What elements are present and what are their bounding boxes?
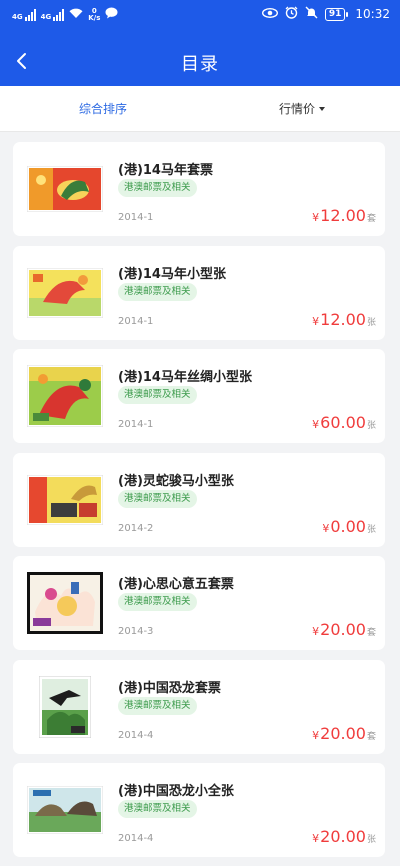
stamp-thumbnail (25, 675, 105, 738)
item-title: (港)心思心意五套票 (118, 577, 234, 592)
stamp-thumbnail (25, 469, 105, 531)
category-tag: 港澳邮票及相关 (118, 386, 197, 404)
list-item[interactable]: (港)14马年丝绸小型张 港澳邮票及相关 2014-1 ¥ 60.00 张 (13, 349, 385, 443)
currency-symbol: ¥ (322, 521, 330, 535)
issue-date: 2014-4 (118, 729, 154, 741)
battery-icon: 91 (324, 7, 349, 21)
price-value: 0.00 (330, 516, 366, 536)
issue-date: 2014-1 (118, 212, 154, 223)
price: ¥ 20.00 张 (312, 827, 376, 846)
price: ¥ 0.00 张 (322, 517, 376, 536)
item-title: (港)中国恐龙套票 (118, 680, 221, 696)
net-speed: 0 K/s (88, 6, 101, 22)
signal-icon: 4G (41, 8, 65, 21)
price-unit: 套 (366, 214, 376, 224)
currency-symbol: ¥ (312, 832, 320, 845)
wifi-icon (69, 8, 83, 22)
price-unit: 张 (366, 524, 376, 535)
price-value: 12.00 (320, 206, 366, 225)
clock-time: 10:32 (355, 7, 390, 21)
nav-bar: 目录 (0, 38, 400, 86)
item-title: (港)14马年小型张 (118, 266, 226, 282)
price-value: 60.00 (320, 413, 366, 432)
currency-symbol: ¥ (312, 418, 320, 431)
list-item[interactable]: (港)中国恐龙套票 港澳邮票及相关 2014-4 ¥ 20.00 套 (13, 659, 385, 754)
price-value: 12.00 (320, 309, 366, 329)
price-unit: 张 (366, 835, 376, 845)
price-unit: 张 (366, 421, 376, 431)
currency-symbol: ¥ (312, 625, 320, 638)
stamp-thumbnail (25, 572, 105, 634)
category-tag: 港澳邮票及相关 (118, 800, 197, 818)
price: ¥ 12.00 套 (312, 206, 376, 225)
currency-symbol: ¥ (312, 728, 320, 742)
price-unit: 张 (366, 317, 376, 328)
list-item[interactable]: (港)心思心意五套票 港澳邮票及相关 2014-3 ¥ 20.00 套 (13, 556, 385, 650)
stamp-thumbnail (25, 158, 105, 220)
issue-date: 2014-3 (118, 626, 154, 637)
page-title: 目录 (181, 54, 219, 75)
message-icon (105, 7, 118, 22)
price: ¥ 12.00 张 (312, 310, 376, 329)
sort-market-price-label: 行情价 (279, 102, 316, 116)
list-item[interactable]: (港)灵蛇骏马小型张 港澳邮票及相关 2014-2 ¥ 0.00 张 (13, 452, 385, 547)
item-title: (港)14马年丝绸小型张 (118, 370, 252, 385)
stamp-thumbnail (25, 262, 105, 324)
eye-icon (261, 7, 278, 21)
issue-date: 2014-2 (118, 522, 154, 534)
list-item[interactable]: (港)14马年套票 港澳邮票及相关 2014-1 ¥ 12.00 套 (13, 142, 385, 236)
price: ¥ 20.00 套 (312, 724, 376, 743)
price-value: 20.00 (320, 827, 366, 846)
app-header: 4G 4G 0 K/s 91 10:32 目录 (0, 0, 400, 86)
stamp-thumbnail (25, 365, 105, 427)
mute-icon (305, 6, 318, 22)
issue-date: 2014-4 (118, 833, 154, 844)
item-title: (港)中国恐龙小全张 (118, 784, 234, 799)
category-tag: 港澳邮票及相关 (118, 282, 197, 301)
price: ¥ 20.00 套 (312, 620, 376, 639)
list-item[interactable]: (港)中国恐龙小全张 港澳邮票及相关 2014-4 ¥ 20.00 张 (13, 763, 385, 857)
sort-comprehensive-tab[interactable]: 综合排序 (79, 100, 127, 117)
signal-icon: 4G (12, 8, 36, 21)
price-unit: 套 (366, 628, 376, 638)
sort-market-price-dropdown[interactable]: 行情价 (279, 100, 326, 117)
alarm-icon (285, 6, 298, 22)
category-tag: 港澳邮票及相关 (118, 179, 197, 197)
stamp-list: (港)14马年套票 港澳邮票及相关 2014-1 ¥ 12.00 套 (港)14… (13, 142, 387, 866)
price-unit: 套 (366, 731, 376, 742)
caret-down-icon (319, 106, 326, 111)
issue-date: 2014-1 (118, 315, 154, 327)
item-title: (港)灵蛇骏马小型张 (118, 473, 234, 489)
category-tag: 港澳邮票及相关 (118, 489, 197, 508)
price-value: 20.00 (320, 620, 366, 639)
list-item[interactable]: (港)14马年小型张 港澳邮票及相关 2014-1 ¥ 12.00 张 (13, 245, 385, 340)
price-value: 20.00 (320, 723, 366, 743)
currency-symbol: ¥ (312, 314, 320, 328)
item-title: (港)14马年套票 (118, 163, 213, 178)
sort-bar: 综合排序 行情价 (0, 86, 400, 132)
stamp-thumbnail (25, 779, 105, 841)
price: ¥ 60.00 张 (312, 413, 376, 432)
category-tag: 港澳邮票及相关 (118, 696, 197, 715)
currency-symbol: ¥ (312, 211, 320, 224)
status-bar: 4G 4G 0 K/s 91 10:32 (0, 0, 400, 32)
category-tag: 港澳邮票及相关 (118, 593, 197, 611)
issue-date: 2014-1 (118, 419, 154, 430)
